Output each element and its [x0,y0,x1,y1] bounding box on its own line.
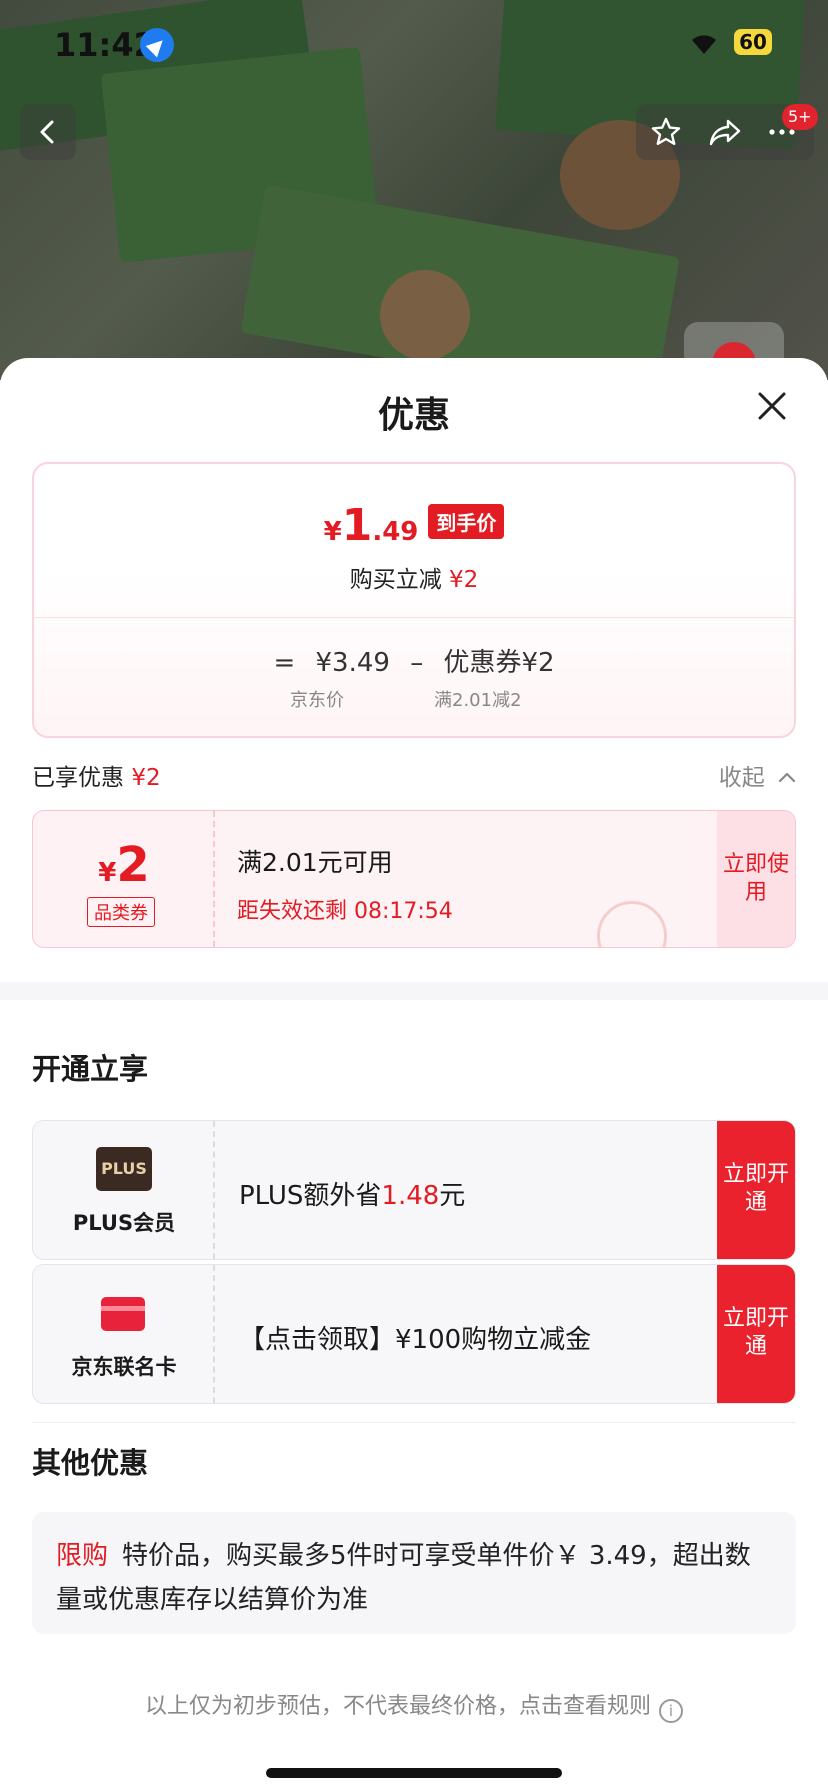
plus-text-suffix: 元 [439,1181,466,1211]
price-formula: = ¥3.49 – 优惠券¥2 [34,642,794,679]
collapse-toggle[interactable]: 收起 [719,758,796,792]
card-name: 京东联名卡 [71,1355,177,1379]
coupon-info: 满2.01元可用 距失效还剩 08:17:54 [215,811,687,947]
status-bar: 11:42 60 [0,22,828,66]
back-button[interactable] [20,104,76,160]
rules-link[interactable]: 以上仅为初步预估，不代表最终价格，点击查看规则 i [0,1688,828,1723]
home-indicator[interactable] [266,1768,562,1778]
wifi-icon [692,35,716,54]
collapse-label: 收起 [718,765,765,791]
purchase-limit-notice: 限购 特价品，购买最多5件时可享受单件价￥ 3.49，超出数量或优惠库存以结算价为… [32,1512,796,1634]
info-icon: i [659,1699,683,1723]
jd-cobrand-card[interactable]: 京东联名卡 【点击领取】¥100购物立减金 立即开通 [32,1264,796,1404]
coupon-currency: ¥ [98,858,117,888]
currency-symbol: ¥ [323,517,342,547]
jd-price: ¥3.49 [315,648,390,678]
coupon-value-area: ¥2 品类券 [33,811,215,947]
save-amount: ¥2 [449,567,479,593]
plus-text-prefix: PLUS额外省 [239,1181,382,1211]
plus-membership-card[interactable]: PLUS PLUS会员 PLUS额外省1.48元 立即开通 [32,1120,796,1260]
jd-price-label: 京东价 [290,690,344,711]
coupon-amount: ¥2 [33,837,215,893]
price-decimal: .49 [372,517,419,547]
footer-text: 以上仅为初步预估，不代表最终价格，点击查看规则 [144,1694,651,1719]
location-arrow-icon [140,28,174,62]
save-label: 购买立减 [349,567,442,593]
section-divider [0,982,828,1000]
final-price-tag: 到手价 [428,504,505,539]
coupon-countdown: 距失效还剩 08:17:54 [237,899,453,924]
divider [32,1422,796,1423]
price-summary-top: ¥1.49 到手价 购买立减 ¥2 [34,464,794,618]
minus-sign: – [410,648,424,678]
coupon-deduction: 优惠券¥2 [443,648,555,678]
plus-benefit-text: PLUS额外省1.48元 [239,1175,465,1212]
equals-sign: = [273,648,296,678]
final-price: ¥1.49 到手价 [34,500,794,551]
close-icon[interactable] [754,388,790,424]
open-card-button[interactable]: 立即开通 [717,1265,795,1403]
chevron-up-icon [778,772,796,783]
plus-logo-area: PLUS PLUS会员 [33,1121,215,1259]
chevron-left-icon [40,120,54,144]
battery-icon: 60 [734,29,772,55]
use-now-button[interactable]: 立即使用 [717,811,795,947]
enjoyed-label: 已享优惠 [32,765,124,791]
coupon-rule: 满2.01减2 [434,690,522,711]
price-integer: 1 [341,500,373,551]
coupon-card[interactable]: ¥2 品类券 满2.01元可用 距失效还剩 08:17:54 立即使用 [32,810,796,948]
coupon-condition: 满2.01元可用 [237,848,393,877]
star-icon[interactable] [650,116,682,148]
other-section-title: 其他优惠 [32,1446,149,1480]
sheet-title: 优惠 [377,395,450,436]
enjoyed-amount: ¥2 [131,765,161,791]
card-benefit-text: 【点击领取】¥100购物立减金 [239,1325,592,1355]
credit-card-icon [101,1297,145,1331]
enjoyed-discount-row: 已享优惠 ¥2 收起 [32,758,796,792]
discount-sheet: 优惠 ¥1.49 到手价 购买立减 ¥2 = ¥3.49 – 优惠券¥2 京东价 … [0,358,828,1792]
card-logo-area: 京东联名卡 [33,1265,215,1403]
claimed-stamp-icon [597,901,667,947]
plus-save-amount: 1.48 [381,1181,440,1211]
save-row: 购买立减 ¥2 [34,560,794,594]
open-plus-button[interactable]: 立即开通 [717,1121,795,1259]
price-summary-card: ¥1.49 到手价 购买立减 ¥2 = ¥3.49 – 优惠券¥2 京东价 满2.… [32,462,796,738]
share-icon[interactable] [708,116,742,148]
message-badge: 5+ [782,104,818,130]
plus-logo-icon: PLUS [96,1147,152,1191]
plus-name: PLUS会员 [72,1211,176,1235]
limit-text: 特价品，购买最多5件时可享受单件价￥ 3.49，超出数量或优惠库存以结算价为准 [56,1541,751,1615]
coupon-value: 2 [116,837,150,893]
limit-tag: 限购 [56,1541,109,1571]
open-section-title: 开通立享 [32,1052,149,1086]
coupon-type-tag: 品类券 [87,897,155,927]
